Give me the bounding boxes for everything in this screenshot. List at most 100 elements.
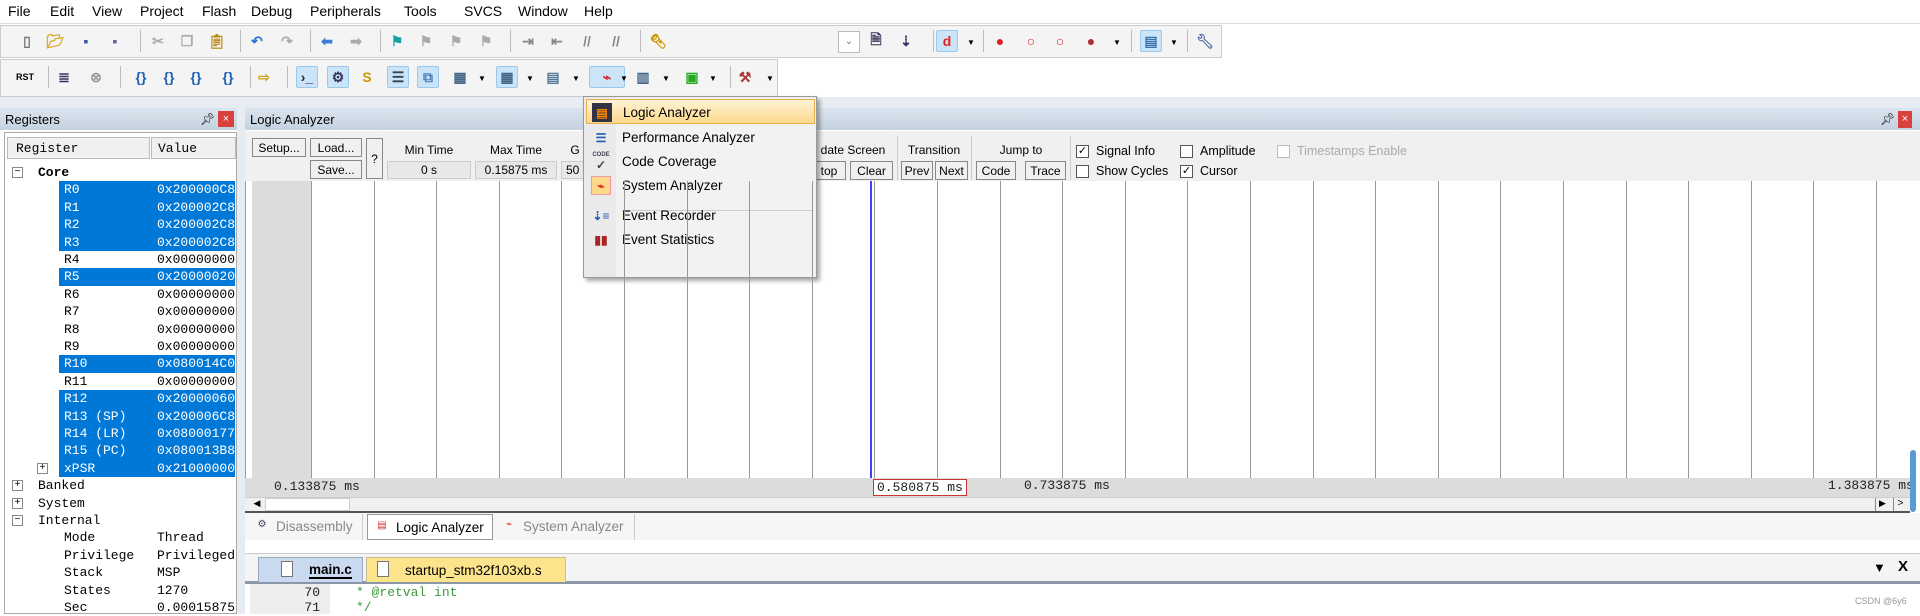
pin-icon[interactable]: 📌︎: [200, 112, 215, 126]
clear-bookmarks-icon[interactable]: ⚑: [475, 30, 497, 52]
expand-icon[interactable]: +: [12, 497, 23, 509]
menu-svcs[interactable]: SVCS: [464, 3, 502, 19]
expand-icon[interactable]: +: [37, 462, 48, 474]
call-stack-icon[interactable]: ⧉: [417, 66, 439, 88]
timestamps-checkbox[interactable]: [1277, 145, 1290, 158]
register-row-r4[interactable]: R4 0x00000000: [0, 251, 237, 268]
register-row-r13-sp-[interactable]: R13 (SP) 0x200006C8: [0, 407, 237, 425]
open-file-icon[interactable]: 📂︎: [44, 30, 66, 52]
disassembly-window-icon[interactable]: ⚙: [327, 66, 349, 88]
show-cycles-checkbox[interactable]: [1076, 165, 1089, 178]
toolbox-dropdown-icon[interactable]: ▼: [766, 74, 774, 83]
register-row-r11[interactable]: R11 0x00000000: [0, 373, 237, 390]
step-out-icon[interactable]: {}: [185, 66, 207, 88]
watch-window-icon[interactable]: ▥: [632, 66, 654, 88]
close-icon[interactable]: ×: [1898, 111, 1912, 128]
menu-window[interactable]: Window: [518, 3, 568, 19]
jump-trace-button[interactable]: Trace: [1025, 161, 1066, 180]
find-icon[interactable]: 🔦︎: [647, 30, 669, 52]
navigate-forward-icon[interactable]: ➡: [345, 30, 367, 52]
debug-find-icon[interactable]: ⇣: [895, 30, 917, 52]
register-row-r6[interactable]: R6 0x00000000: [0, 286, 237, 303]
breakpoint-kill-all-dropdown-icon[interactable]: ▼: [1113, 38, 1121, 47]
step-over-icon[interactable]: {}: [158, 66, 180, 88]
menu-view[interactable]: View: [92, 3, 122, 19]
help-button[interactable]: ?: [366, 138, 383, 179]
collapse-icon[interactable]: −: [12, 167, 23, 178]
next-bookmark-icon[interactable]: ⚑: [445, 30, 467, 52]
menu-item-logic-analyzer[interactable]: ▤ Logic Analyzer: [586, 99, 815, 124]
menu-item-system-analyzer[interactable]: ⌁ System Analyzer: [586, 173, 815, 198]
register-row-core[interactable]: − Core: [0, 164, 237, 181]
amplitude-checkbox[interactable]: [1180, 145, 1193, 158]
breakpoint-enable-icon[interactable]: ○: [1020, 30, 1042, 52]
redo-icon[interactable]: ↷: [276, 30, 298, 52]
show-next-statement-icon[interactable]: ⇨: [253, 66, 275, 88]
tab-main-c[interactable]: main.c: [258, 557, 363, 582]
collapse-icon[interactable]: −: [12, 515, 23, 526]
save-button[interactable]: Save...: [310, 160, 362, 179]
prev-transition-button[interactable]: Prev: [901, 161, 933, 180]
scroll-left-icon[interactable]: ◀: [251, 498, 263, 511]
code-line[interactable]: */: [356, 600, 372, 615]
scroll-right-icon[interactable]: ▶: [1875, 498, 1889, 511]
menu-help[interactable]: Help: [584, 3, 613, 19]
menu-item-code-coverage[interactable]: CODE ✓ Code Coverage: [586, 149, 815, 174]
prev-bookmark-icon[interactable]: ⚑: [415, 30, 437, 52]
signal-info-checkbox[interactable]: ✓: [1076, 145, 1089, 158]
copy-icon[interactable]: ❐: [176, 30, 198, 52]
watch-window-dropdown-icon[interactable]: ▼: [662, 74, 670, 83]
tab-startup[interactable]: startup_stm32f103xb.s: [366, 557, 566, 582]
register-row-banked[interactable]: + Banked: [0, 477, 237, 494]
save-all-icon[interactable]: ▪: [104, 30, 126, 52]
vertical-scrollbar[interactable]: [1910, 450, 1916, 512]
register-row-r8[interactable]: R8 0x00000000: [0, 321, 237, 338]
scroll-thumb[interactable]: [265, 498, 350, 511]
new-file-icon[interactable]: ▯: [16, 30, 38, 52]
find-combo-dropdown[interactable]: ⌄: [838, 31, 860, 53]
analysis-window-dropdown-icon[interactable]: ▼: [572, 74, 580, 83]
trace-window-dropdown-icon[interactable]: ▼: [620, 74, 628, 83]
save-icon[interactable]: ▪: [75, 30, 97, 52]
tab-logic-analyzer[interactable]: ▤ Logic Analyzer: [367, 514, 493, 540]
cursor-line[interactable]: [870, 181, 872, 478]
register-row-r2[interactable]: R2 0x200002C8: [0, 216, 237, 234]
register-row-r10[interactable]: R10 0x080014C0: [0, 355, 237, 373]
next-transition-button[interactable]: Next: [935, 161, 968, 180]
column-header-value[interactable]: Value: [151, 137, 236, 159]
menu-file[interactable]: File: [8, 3, 31, 19]
breakpoint-disable-icon[interactable]: ○: [1049, 30, 1071, 52]
start-debug-icon[interactable]: d: [936, 30, 958, 52]
waveform-area[interactable]: [245, 181, 1910, 478]
register-row-mode[interactable]: Mode Thread: [0, 529, 237, 546]
breakpoint-insert-icon[interactable]: ●: [989, 30, 1011, 52]
register-row-stack[interactable]: Stack MSP: [0, 564, 237, 581]
column-header-register[interactable]: Register: [7, 137, 150, 159]
register-row-r12[interactable]: R12 0x20000060: [0, 390, 237, 408]
register-row-r9[interactable]: R9 0x00000000: [0, 338, 237, 355]
cut-icon[interactable]: ✂: [147, 30, 169, 52]
load-button[interactable]: Load...: [310, 138, 362, 157]
register-row-sec[interactable]: Sec 0.00015875: [0, 599, 237, 616]
register-row-r15-pc-[interactable]: R15 (PC) 0x080013B8: [0, 442, 237, 460]
breakpoint-kill-all-icon[interactable]: ●: [1080, 30, 1102, 52]
code-line[interactable]: * @retval int: [356, 585, 457, 600]
setup-button[interactable]: Setup...: [252, 138, 306, 157]
horizontal-scrollbar[interactable]: ◀ ▶ >: [245, 497, 1910, 513]
symbols-window-icon[interactable]: S: [356, 66, 378, 88]
menu-item-event-recorder[interactable]: ⇣≡ Event Recorder: [586, 203, 815, 228]
run-icon[interactable]: ≣: [53, 66, 75, 88]
register-row-xpsr[interactable]: + xPSR 0x21000000: [0, 459, 237, 478]
memory-window-dropdown-icon[interactable]: ▼: [478, 74, 486, 83]
comment-icon[interactable]: //: [576, 30, 598, 52]
clear-button[interactable]: Clear: [850, 161, 893, 180]
bookmark-icon[interactable]: ⚑: [386, 30, 408, 52]
find-in-files-icon[interactable]: 🗎: [865, 30, 887, 52]
toolbox-icon[interactable]: ⚒: [734, 66, 756, 88]
cursor-checkbox[interactable]: ✓: [1180, 165, 1193, 178]
menu-edit[interactable]: Edit: [50, 3, 74, 19]
menu-flash[interactable]: Flash: [202, 3, 236, 19]
menu-item-event-statistics[interactable]: ▮▮ Event Statistics: [586, 227, 815, 252]
menu-item-performance-analyzer[interactable]: ☰ Performance Analyzer: [586, 125, 815, 150]
jump-code-button[interactable]: Code: [976, 161, 1016, 180]
